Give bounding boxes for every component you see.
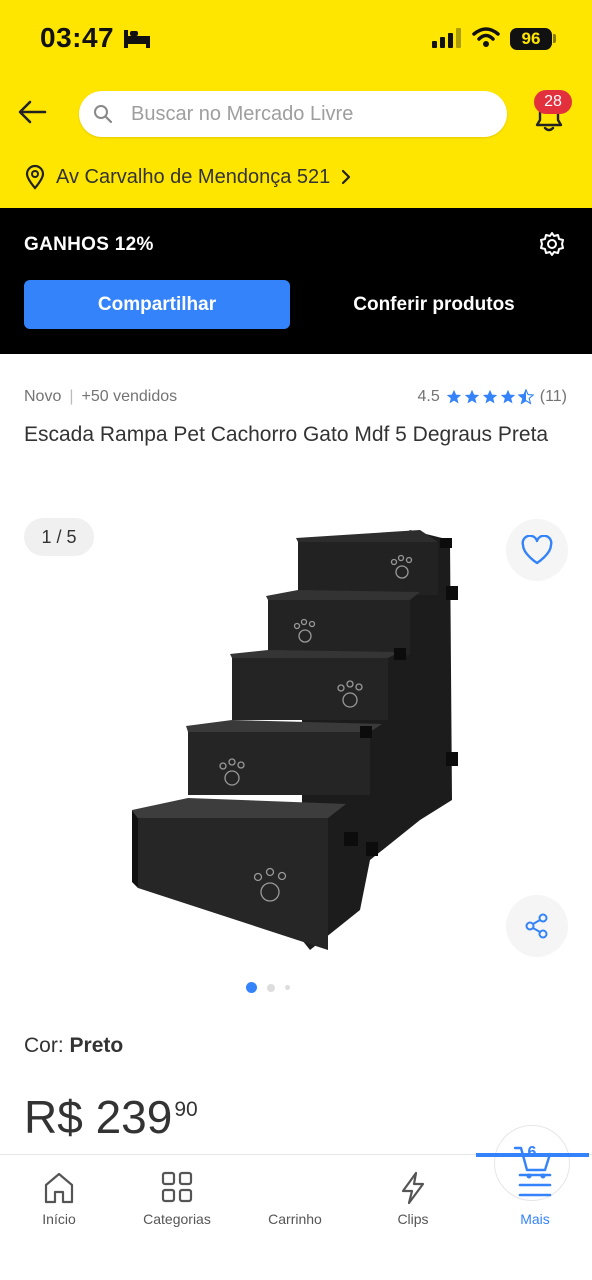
menu-icon <box>518 1173 552 1197</box>
search-icon <box>94 105 113 124</box>
affiliate-bar: GANHOS 12% Compartilhar Conferir produto… <box>0 208 592 354</box>
nav-more[interactable]: Mais <box>476 1153 592 1280</box>
sleep-mode-icon <box>124 30 150 48</box>
share-icon <box>525 913 548 939</box>
nav-cart-label: Carrinho <box>268 1211 322 1227</box>
star-full-icon <box>500 389 515 404</box>
carousel-dot-active[interactable] <box>246 982 257 993</box>
rating-stars <box>446 389 534 405</box>
star-half-icon <box>517 389 534 405</box>
home-icon <box>44 1172 74 1204</box>
delivery-address[interactable]: Av Carvalho de Mendonça 521 <box>24 164 352 190</box>
favorite-button[interactable] <box>506 519 568 581</box>
carousel-dot[interactable] <box>285 985 290 990</box>
nav-categories[interactable]: Categorias <box>118 1155 236 1280</box>
notifications-button[interactable]: 28 <box>530 90 572 134</box>
price: R$ 23990 <box>24 1090 198 1144</box>
condition-label: Novo <box>24 388 62 405</box>
nav-cart[interactable]: 6 Carrinho <box>236 1125 570 1280</box>
color-value: Preto <box>69 1034 124 1057</box>
share-product-button[interactable] <box>506 895 568 957</box>
battery-tip <box>553 34 556 43</box>
nav-more-label: Mais <box>520 1211 550 1227</box>
wifi-icon <box>472 27 500 47</box>
nav-clips[interactable]: Clips <box>354 1155 472 1280</box>
check-products-button[interactable]: Conferir produtos <box>300 280 568 329</box>
search-input[interactable] <box>131 102 491 126</box>
notification-badge: 28 <box>534 90 572 114</box>
battery-indicator: 96 <box>510 28 552 50</box>
price-main: R$ 239 <box>24 1091 173 1143</box>
share-button[interactable]: Compartilhar <box>24 280 290 329</box>
product-image[interactable] <box>120 520 480 960</box>
star-full-icon <box>464 389 479 404</box>
rating-summary[interactable]: 4.5 (11) <box>417 388 567 406</box>
star-full-icon <box>446 389 461 404</box>
earnings-title: GANHOS 12% <box>24 234 154 255</box>
color-selection: Cor: Preto <box>24 1034 123 1058</box>
product-title: Escada Rampa Pet Cachorro Gato Mdf 5 Deg… <box>24 423 549 446</box>
lightning-icon <box>401 1171 425 1205</box>
carousel-dot[interactable] <box>267 983 275 992</box>
nav-clips-label: Clips <box>397 1211 429 1227</box>
nav-home-label: Início <box>42 1211 76 1227</box>
status-time: 03:47 <box>40 22 115 53</box>
rating-value: 4.5 <box>417 388 440 405</box>
price-cents: 90 <box>174 1098 198 1121</box>
carousel-dots <box>246 982 290 993</box>
grid-icon <box>161 1171 193 1203</box>
bottom-navigation: Início Categorias 6 Carrinho Clips Mais <box>0 1125 592 1280</box>
status-bar: 03:47 96 <box>0 0 592 80</box>
arrow-left-icon <box>18 100 47 124</box>
gear-icon[interactable] <box>538 230 566 258</box>
sold-count: +50 vendidos <box>81 388 178 405</box>
nav-categories-label: Categorias <box>143 1211 211 1227</box>
back-button[interactable] <box>14 94 50 130</box>
search-bar[interactable] <box>79 91 507 137</box>
star-full-icon <box>482 389 497 404</box>
review-count: (11) <box>539 388 567 405</box>
heart-icon <box>521 535 553 565</box>
nav-home[interactable]: Início <box>0 1155 118 1280</box>
color-label: Cor: <box>24 1034 64 1057</box>
meta-divider: | <box>69 388 74 405</box>
address-label: Av Carvalho de Mendonça 521 <box>56 165 331 188</box>
location-pin-icon <box>25 164 45 190</box>
product-meta: Novo | +50 vendidos <box>24 388 177 406</box>
top-header: 03:47 96 Buscar no Mercado Livre 28 Av C… <box>0 0 592 208</box>
image-counter: 1 / 5 <box>24 518 94 556</box>
cellular-signal-icon <box>432 28 461 48</box>
chevron-right-icon <box>342 169 351 185</box>
